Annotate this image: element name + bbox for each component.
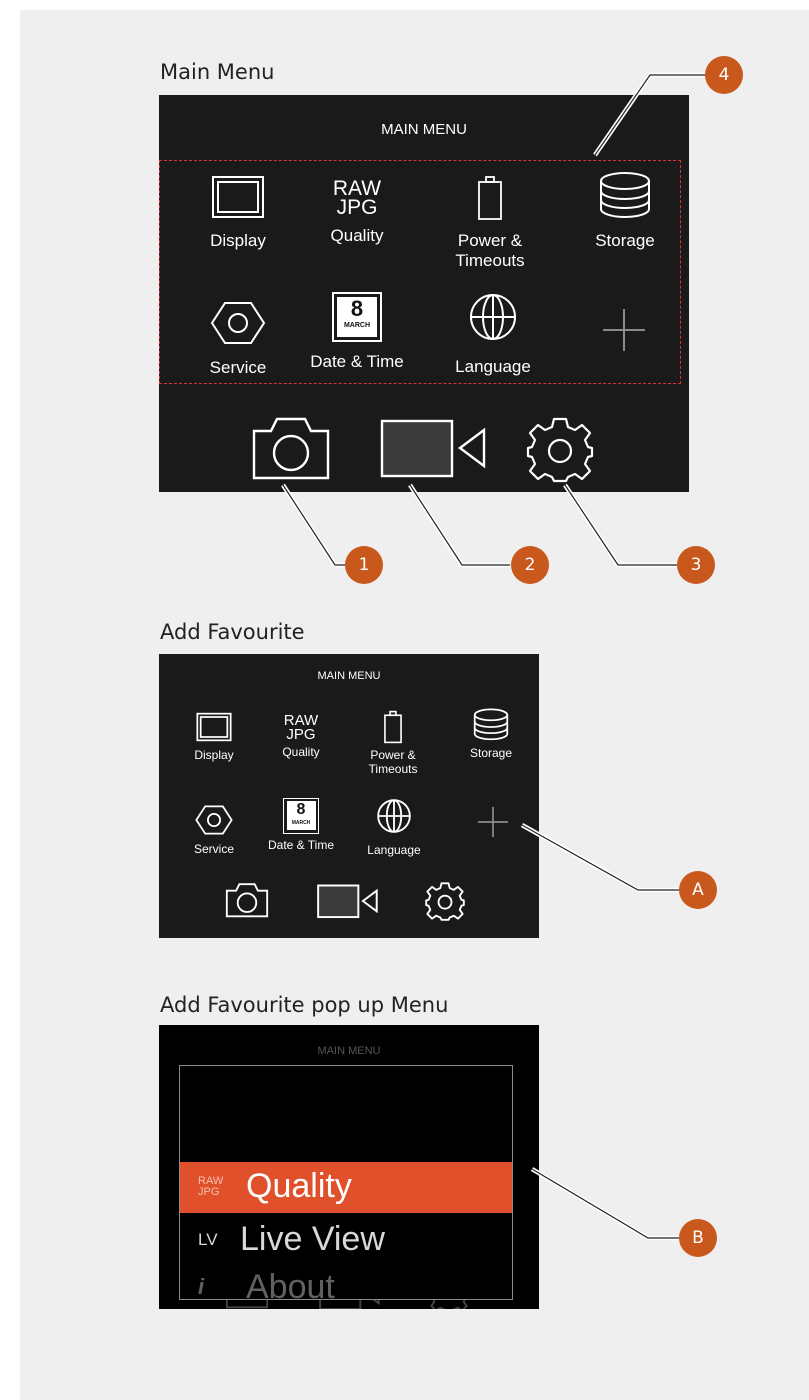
favourite-picker-popup: RAW JPG Quality LV Live View i About [179, 1065, 513, 1300]
calendar-icon: 8 MARCH [283, 798, 319, 834]
menu-item-language[interactable]: Language [361, 798, 427, 858]
menu-item-label: Display [210, 231, 266, 250]
menu-item-label: Service [209, 358, 267, 377]
calendar-day: 8 [296, 801, 306, 818]
popup-item-prefix-line: JPG [198, 1186, 220, 1198]
menu-item-label: Date & Time [310, 352, 404, 371]
menu-item-storage[interactable]: Storage [456, 708, 526, 761]
popup-menu-screen: MAIN MENU RAW JPG Quality LV Live View i… [159, 1025, 539, 1309]
popup-item-label: Live View [240, 1220, 385, 1258]
menu-item-label: Power & Timeouts [455, 231, 525, 270]
menu-item-label: Quality [330, 226, 384, 245]
menu-item-power-timeouts[interactable]: Power & Timeouts [358, 710, 428, 777]
screen-title: MAIN MENU [317, 1045, 381, 1057]
callout-3: 3 [677, 546, 715, 584]
jpg-icon-text: JPG [286, 726, 316, 743]
plus-icon [603, 309, 645, 351]
screen-title: MAIN MENU [381, 121, 467, 138]
callout-2: 2 [511, 546, 549, 584]
plus-icon [477, 806, 509, 838]
raw-jpg-icon: RAW JPG [315, 175, 399, 219]
calendar-icon: 8 MARCH [332, 292, 382, 342]
hexagon-nut-icon [210, 302, 266, 344]
battery-icon [384, 710, 402, 744]
menu-item-display[interactable]: Display [194, 175, 282, 251]
display-icon [212, 176, 264, 218]
settings-gear-icon[interactable] [526, 415, 594, 483]
menu-item-service[interactable]: Service [194, 300, 282, 378]
menu-item-service[interactable]: Service [185, 804, 243, 857]
menu-item-label: Language [455, 357, 531, 376]
callout-4: 4 [705, 56, 743, 94]
section-title-add-favourite: Add Favourite [160, 620, 305, 644]
section-title-main-menu: Main Menu [160, 60, 275, 84]
menu-item-label: Power & Timeouts [368, 748, 418, 776]
menu-item-label: Language [367, 843, 421, 857]
menu-item-display[interactable]: Display [187, 712, 241, 763]
screen-title: MAIN MENU [317, 670, 381, 682]
menu-item-date-time[interactable]: 8 MARCH Date & Time [305, 292, 409, 372]
info-icon: i [198, 1274, 205, 1299]
hexagon-nut-icon [195, 805, 233, 835]
callout-1: 1 [345, 546, 383, 584]
popup-item-live-view[interactable]: LV Live View [180, 1214, 512, 1264]
display-icon [196, 712, 232, 742]
menu-item-label: Date & Time [267, 838, 335, 852]
video-icon[interactable] [317, 883, 379, 919]
menu-item-power-timeouts[interactable]: Power & Timeouts [441, 175, 539, 270]
menu-item-language[interactable]: Language [445, 292, 541, 377]
settings-gear-icon[interactable] [425, 881, 465, 921]
menu-item-label: Display [194, 748, 234, 762]
menu-item-date-time[interactable]: 8 MARCH Date & Time [263, 798, 339, 853]
menu-item-storage[interactable]: Storage [577, 171, 673, 251]
menu-item-quality[interactable]: RAW JPG Quality [271, 712, 331, 760]
live-view-icon: LV [198, 1230, 218, 1249]
video-icon[interactable] [380, 417, 488, 479]
add-favourite-screen: MAIN MENU Display RAW JPG Quality Power … [159, 654, 539, 938]
add-favourite-button[interactable] [599, 305, 649, 355]
menu-item-label: Storage [469, 746, 513, 760]
menu-item-label: Storage [595, 231, 655, 250]
menu-item-quality[interactable]: RAW JPG Quality [315, 175, 399, 246]
popup-item-label: Quality [246, 1167, 352, 1205]
callout-A: A [679, 871, 717, 909]
storage-icon [473, 708, 509, 741]
battery-icon [478, 176, 502, 220]
popup-item-label: About [246, 1268, 335, 1300]
popup-item-quality[interactable]: RAW JPG Quality [180, 1162, 512, 1213]
globe-icon [377, 799, 411, 833]
calendar-day: 8 [350, 296, 364, 321]
raw-jpg-icon: RAW JPG [271, 712, 331, 744]
callout-B: B [679, 1219, 717, 1257]
camera-icon[interactable] [251, 415, 331, 481]
camera-icon[interactable] [225, 882, 269, 918]
jpg-icon-text: JPG [336, 196, 378, 219]
menu-item-label: Quality [282, 745, 320, 759]
section-title-popup-menu: Add Favourite pop up Menu [160, 993, 449, 1017]
calendar-month: MARCH [291, 820, 311, 826]
calendar-month: MARCH [343, 322, 371, 329]
add-favourite-button[interactable] [475, 804, 511, 840]
main-menu-screen: MAIN MENU Display RAW JPG Quality Power … [159, 95, 689, 492]
menu-item-label: Service [193, 842, 234, 856]
globe-icon [470, 294, 516, 340]
popup-item-about[interactable]: i About [180, 1264, 512, 1300]
storage-icon [600, 172, 650, 218]
raw-jpg-icon: RAW JPG [198, 1176, 223, 1198]
